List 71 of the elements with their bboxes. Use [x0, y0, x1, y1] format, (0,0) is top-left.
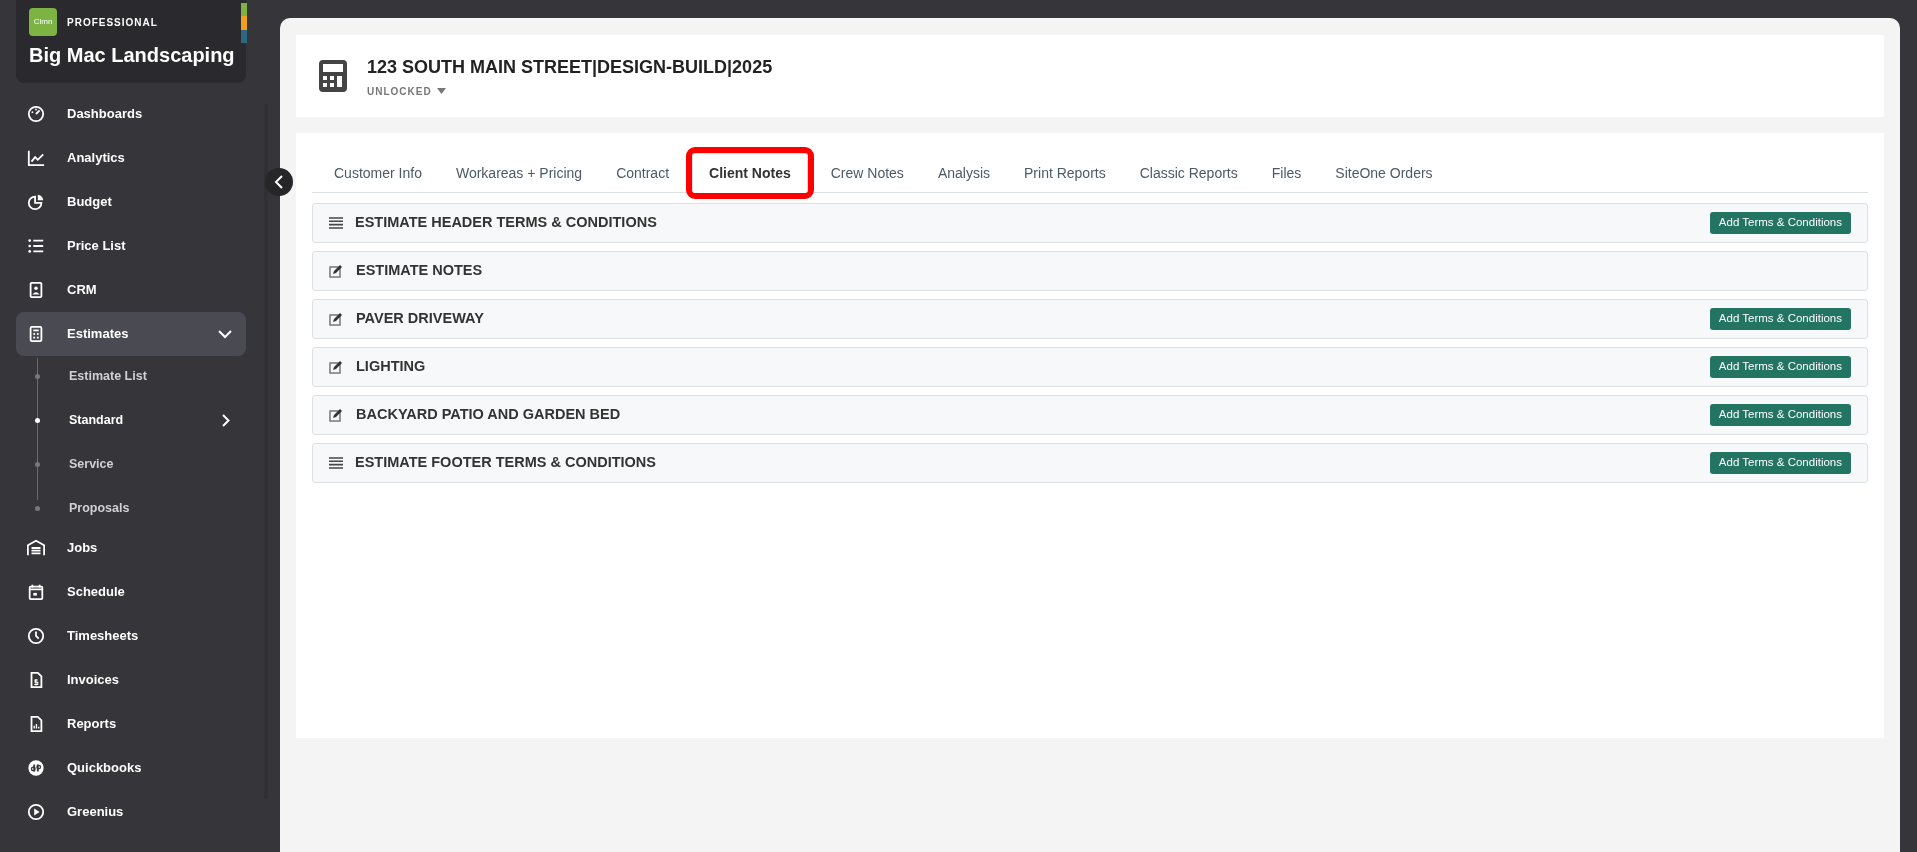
accent-stripe	[241, 3, 247, 43]
edit-icon	[329, 360, 344, 374]
tab[interactable]: Analysis	[920, 153, 1007, 193]
section-header[interactable]: PAVER DRIVEWAY Add Terms & Conditions	[312, 299, 1868, 339]
sidebar-item[interactable]: Analytics	[16, 136, 246, 180]
sidebar-item[interactable]: Estimates	[16, 312, 246, 356]
sidebar-item[interactable]: Invoices	[16, 658, 246, 702]
tab[interactable]: Crew Notes	[813, 153, 921, 193]
section-title: LIGHTING	[356, 357, 427, 377]
line-chart-icon	[27, 149, 45, 167]
add-terms-button[interactable]: Add Terms & Conditions	[1709, 308, 1851, 330]
tab[interactable]: Customer Info	[317, 153, 439, 193]
collapse-sidebar-button[interactable]	[265, 168, 293, 196]
sidebar-item[interactable]: Timesheets	[16, 614, 246, 658]
section-title: PAVER DRIVEWAY	[356, 309, 485, 329]
caret-icon	[436, 88, 446, 94]
pie-chart-icon	[27, 193, 45, 211]
chevron-down-icon	[218, 329, 232, 339]
sidebar-item[interactable]: CRM	[16, 268, 246, 312]
estimate-title: 123 SOUTH MAIN STREET|DESIGN-BUILD|2025	[367, 55, 773, 79]
calendar-icon	[27, 583, 45, 601]
add-terms-button[interactable]: Add Terms & Conditions	[1709, 356, 1851, 378]
play-circle-icon	[27, 803, 45, 821]
section-header[interactable]: BACKYARD PATIO AND GARDEN BED Add Terms & Conditions	[312, 395, 1868, 435]
section-title: ESTIMATE HEADER TERMS & CONDITIONS	[355, 213, 658, 233]
add-terms-button[interactable]: Add Terms & Conditions	[1709, 452, 1851, 474]
section-header[interactable]: LIGHTING Add Terms & Conditions	[312, 347, 1868, 387]
submenu-item[interactable]: Estimate List	[16, 358, 246, 394]
tab[interactable]: Print Reports	[1007, 153, 1123, 193]
chevron-right-icon	[222, 413, 230, 427]
add-terms-button[interactable]: Add Terms & Conditions	[1709, 404, 1851, 426]
edit-icon	[329, 312, 344, 326]
section-title: ESTIMATE FOOTER TERMS & CONDITIONS	[355, 453, 657, 473]
contact-card-icon	[27, 281, 45, 299]
submenu-item[interactable]: Proposals	[16, 490, 246, 526]
sidebar-item[interactable]: Dashboards	[16, 92, 246, 136]
clock-icon	[27, 627, 45, 645]
sidebar-item[interactable]: Quickbooks	[16, 746, 246, 790]
tab[interactable]: Contract	[599, 153, 687, 193]
add-terms-button[interactable]: Add Terms & Conditions	[1709, 212, 1851, 234]
edit-icon	[329, 264, 344, 278]
submenu-item[interactable]: Standard	[16, 402, 246, 438]
list-icon	[329, 457, 343, 469]
sidebar-item[interactable]: Jobs	[16, 526, 246, 570]
sidebar-item[interactable]: Price List	[16, 224, 246, 268]
list-icon	[27, 237, 45, 255]
sidebar-item[interactable]: Budget	[16, 180, 246, 224]
sidebar-item[interactable]: Greenius	[16, 790, 246, 834]
garage-icon	[27, 539, 45, 557]
calculator-icon	[27, 325, 45, 343]
company-name: Big Mac Landscaping	[29, 43, 235, 68]
chevron-left-icon	[274, 175, 284, 189]
tab[interactable]: Workareas + Pricing	[438, 153, 600, 193]
status-dropdown[interactable]: UNLOCKED	[367, 83, 773, 99]
sidebar-item[interactable]: Schedule	[16, 570, 246, 614]
section-title: BACKYARD PATIO AND GARDEN BED	[356, 405, 622, 425]
edit-icon	[329, 408, 344, 422]
section-header[interactable]: ESTIMATE HEADER TERMS & CONDITIONS Add Terms & Conditions	[312, 203, 1868, 243]
tab[interactable]: Classic Reports	[1122, 153, 1255, 193]
logo-badge: Clmn	[29, 8, 57, 36]
calculator-icon	[319, 60, 347, 92]
tab[interactable]: SiteOne Orders	[1318, 153, 1450, 193]
gauge-icon	[27, 105, 45, 123]
sidebar-item[interactable]: Reports	[16, 702, 246, 746]
section-header[interactable]: ESTIMATE NOTES	[312, 251, 1868, 291]
section-header[interactable]: ESTIMATE FOOTER TERMS & CONDITIONS Add Terms & Conditions	[312, 443, 1868, 483]
edition-label: PROFESSIONAL	[67, 15, 158, 30]
section-title: ESTIMATE NOTES	[356, 261, 484, 281]
list-icon	[329, 217, 343, 229]
tab[interactable]: Files	[1254, 153, 1319, 193]
submenu-item[interactable]: Service	[16, 446, 246, 482]
